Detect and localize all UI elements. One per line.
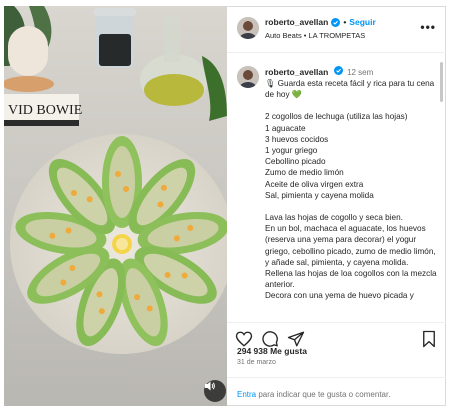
caption-line: Cebollino picado [265,157,326,167]
verified-badge-icon [331,17,341,27]
caption-text: 🎙 Guarda esta receta fácil y rica para t… [265,78,437,302]
caption-line: 1 yogur griego [265,146,318,156]
login-prompt-rest: para indicar que te gusta o comentar. [256,390,391,399]
post-date[interactable]: 31 de marzo [237,359,276,366]
caption-line: Lava las hojas de cogollo y seca bien. [265,213,403,223]
login-link[interactable]: Entra [237,390,256,399]
book-cover-text: VID BOWIE [8,103,82,118]
login-prompt-text: Entra para indicar que te gusta o coment… [237,390,390,399]
follow-button[interactable]: Seguir [349,17,375,27]
avatar[interactable] [237,66,259,88]
caption-line: Sal, pimienta y cayena molida [265,190,374,200]
verified-badge-icon [333,66,343,75]
food-photo-illustration: VID BOWIE [4,6,227,406]
caption-line: Rellena las hojas de loa cogollos con la… [265,269,437,290]
caption-line: 1 aguacate [265,123,306,133]
speaker-icon [205,381,215,391]
likes-count[interactable]: 294 938 Me gusta [237,346,307,356]
post-side-panel: roberto_avellan • Seguir Auto Beats • LA… [227,6,446,406]
post-header: roberto_avellan • Seguir Auto Beats • LA… [227,7,446,53]
caption-username[interactable]: roberto_avellan [265,67,328,77]
profile-photo [237,66,259,88]
instagram-post-window: VID BOWIE roberto_avellan • Seguir Auto … [0,0,450,410]
caption-line: 3 huevos cocidos [265,134,329,144]
post-photo[interactable]: VID BOWIE [4,6,227,406]
caption-line: 2 cogollos de lechuga (utiliza las hojas… [265,112,408,122]
mute-button[interactable] [204,380,226,402]
caption-timestamp[interactable]: 12 sem [347,68,373,77]
bookmark-icon[interactable] [420,330,438,348]
avatar[interactable] [237,17,259,39]
caption-line: Decora con una yema de huevo picada y [265,291,414,301]
caption-line: Aceite de oliva virgen extra [265,179,364,189]
caption-header: roberto_avellan 12 sem [265,66,373,77]
profile-photo [237,17,259,39]
caption-scrollbar[interactable] [440,62,443,102]
caption-line: 🎙 Guarda esta receta fácil y rica para t… [265,79,435,100]
header-user-line: roberto_avellan • Seguir [265,17,376,27]
username-link[interactable]: roberto_avellan [265,17,328,27]
more-options-icon[interactable]: ••• [420,20,436,34]
audio-track-link[interactable]: Auto Beats • LA TROMPETAS [265,31,365,40]
caption-line [265,100,437,111]
caption-line: En un bol, machaca el aguacate, los huev… [265,224,436,267]
separator-dot: • [343,17,347,27]
login-prompt: Entra para indicar que te gusta o coment… [227,377,446,407]
caption-line: Zumo de medio limón [265,168,344,178]
caption-line [265,201,437,212]
caption-area: roberto_avellan 12 sem 🎙 Guarda esta rec… [227,54,446,322]
